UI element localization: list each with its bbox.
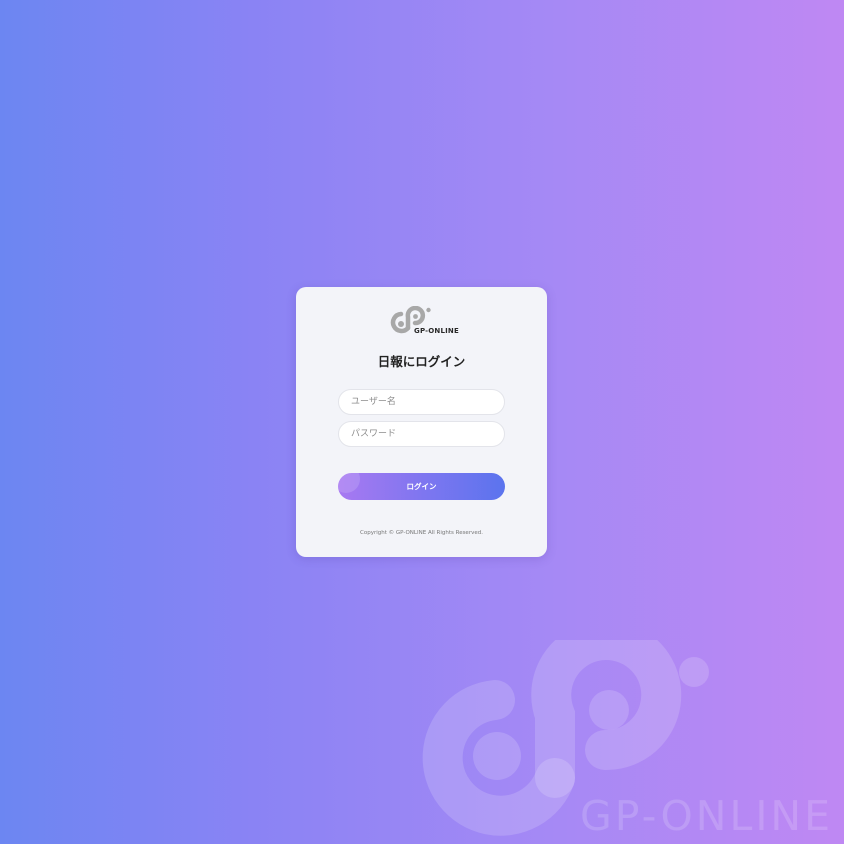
login-button-label: ログイン [406, 482, 437, 491]
brand-logo: GP-ONLINE [390, 306, 459, 336]
password-input[interactable] [338, 421, 505, 447]
button-decoration [338, 473, 360, 493]
page-title: 日報にログイン [377, 354, 466, 369]
login-card: GP-ONLINE 日報にログイン ログイン Copyright © GP-ON… [296, 287, 547, 557]
background-watermark-text: GP-ONLINE [580, 792, 833, 840]
username-input[interactable] [338, 389, 505, 415]
brand-name: GP-ONLINE [414, 327, 459, 335]
login-button[interactable]: ログイン [338, 473, 505, 500]
copyright-text: Copyright © GP-ONLINE All Rights Reserve… [360, 530, 483, 536]
